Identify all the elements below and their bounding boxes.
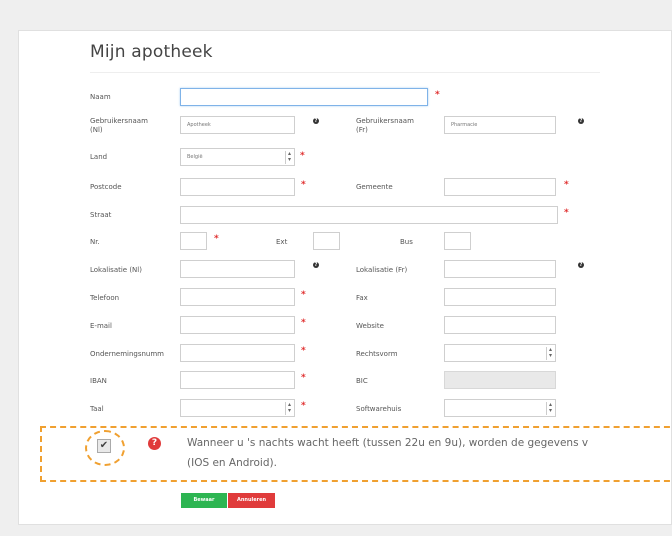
question-circle-icon[interactable]: ? [148, 437, 161, 450]
required-mark: * [301, 373, 306, 383]
required-mark: * [435, 90, 440, 100]
nr-input[interactable] [180, 232, 207, 250]
land-select[interactable]: België ▴ ▾ [180, 148, 295, 166]
night-duty-note-line2: (IOS en Android). [187, 457, 277, 469]
chevron-updown-icon: ▴ ▾ [285, 402, 293, 415]
lokalisatie-nl-label: Lokalisatie (Nl) [90, 266, 142, 274]
naam-input[interactable] [180, 88, 428, 106]
required-mark: * [564, 180, 569, 190]
bus-input[interactable] [444, 232, 471, 250]
night-duty-checkbox[interactable]: ✔ [97, 439, 111, 453]
cancel-button[interactable]: Annuleren [228, 493, 275, 508]
website-input[interactable] [444, 316, 556, 334]
postcode-input[interactable] [180, 178, 295, 196]
email-input[interactable] [180, 316, 295, 334]
question-circle-icon[interactable]: ? [313, 262, 319, 268]
ext-label: Ext [276, 238, 288, 246]
required-mark: * [301, 290, 306, 300]
land-selected-value: België [187, 154, 203, 160]
gebruikersnaam-nl-label: Gebruikersnaam (Nl) [90, 117, 148, 134]
question-circle-icon[interactable]: ? [578, 118, 584, 124]
gebruikersnaam-fr-label: Gebruikersnaam (Fr) [356, 117, 414, 134]
lokalisatie-nl-input[interactable] [180, 260, 295, 278]
gemeente-input[interactable] [444, 178, 556, 196]
bus-label: Bus [400, 238, 413, 246]
ondernemingsnummer-label: Ondernemingsnumm [90, 350, 164, 358]
required-mark: * [301, 401, 306, 411]
bic-label: BIC [356, 377, 368, 385]
fax-label: Fax [356, 294, 368, 302]
taal-label: Taal [90, 405, 104, 413]
title-divider [90, 72, 600, 73]
telefoon-label: Telefoon [90, 294, 120, 302]
gebruikersnaam-fr-input[interactable]: Pharmacie [444, 116, 556, 134]
chevron-updown-icon: ▴ ▾ [546, 402, 554, 415]
required-mark: * [300, 151, 305, 161]
gemeente-label: Gemeente [356, 183, 393, 191]
required-mark: * [564, 208, 569, 218]
ext-input[interactable] [313, 232, 340, 250]
night-duty-note-line1: Wanneer u 's nachts wacht heeft (tussen … [187, 437, 589, 449]
required-mark: * [301, 346, 306, 356]
straat-input[interactable] [180, 206, 558, 224]
softwarehuis-label: Softwarehuis [356, 405, 402, 413]
land-label: Land [90, 153, 108, 161]
lokalisatie-fr-input[interactable] [444, 260, 556, 278]
email-label: E-mail [90, 322, 112, 330]
straat-label: Straat [90, 211, 112, 219]
fax-input[interactable] [444, 288, 556, 306]
question-circle-icon[interactable]: ? [313, 118, 319, 124]
lokalisatie-fr-label: Lokalisatie (Fr) [356, 266, 408, 274]
chevron-updown-icon: ▴ ▾ [285, 151, 293, 164]
postcode-label: Postcode [90, 183, 122, 191]
gebruikersnaam-nl-input[interactable]: Apotheek [180, 116, 295, 134]
naam-label: Naam [90, 93, 111, 101]
required-mark: * [301, 180, 306, 190]
iban-input[interactable] [180, 371, 295, 389]
taal-select[interactable]: ▴ ▾ [180, 399, 295, 417]
required-mark: * [301, 318, 306, 328]
bic-input [444, 371, 556, 389]
nr-label: Nr. [90, 238, 100, 246]
rechtsvorm-label: Rechtsvorm [356, 350, 398, 358]
website-label: Website [356, 322, 384, 330]
night-duty-highlight [40, 426, 672, 482]
question-circle-icon[interactable]: ? [578, 262, 584, 268]
ondernemingsnummer-input[interactable] [180, 344, 295, 362]
page-title: Mijn apotheek [90, 42, 213, 62]
softwarehuis-select[interactable]: ▴ ▾ [444, 399, 556, 417]
telefoon-input[interactable] [180, 288, 295, 306]
rechtsvorm-select[interactable]: ▴ ▾ [444, 344, 556, 362]
iban-label: IBAN [90, 377, 107, 385]
save-button[interactable]: Bewaar [181, 493, 227, 508]
required-mark: * [214, 234, 219, 244]
chevron-updown-icon: ▴ ▾ [546, 347, 554, 360]
